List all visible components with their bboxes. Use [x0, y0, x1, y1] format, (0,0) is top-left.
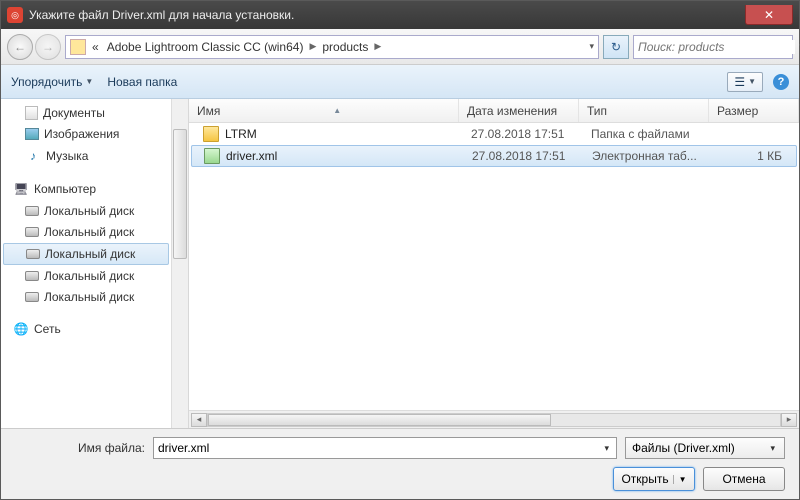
forward-button[interactable]: → [35, 34, 61, 60]
sidebar: Документы Изображения ♪ Музыка 🖥 Компьют… [1, 99, 171, 428]
filename-input[interactable] [158, 441, 601, 455]
network-icon: 🌐 [13, 321, 29, 337]
column-size[interactable]: Размер [709, 99, 799, 122]
scroll-right-button[interactable]: ▸ [781, 413, 797, 427]
sidebar-group-computer[interactable]: 🖥 Компьютер [1, 178, 171, 200]
refresh-button[interactable]: ↻ [603, 35, 629, 59]
sort-asc-icon: ▲ [333, 106, 341, 115]
window-title: Укажите файл Driver.xml для начала устан… [29, 8, 745, 22]
scroll-left-button[interactable]: ◂ [191, 413, 207, 427]
disk-icon [25, 227, 39, 237]
horizontal-scrollbar[interactable]: ◂ ▸ [189, 410, 799, 428]
sidebar-item-disk[interactable]: Локальный диск [1, 266, 171, 286]
file-row-xml[interactable]: driver.xml 27.08.2018 17:51 Электронная … [191, 145, 797, 167]
filename-label: Имя файла: [15, 441, 145, 455]
breadcrumb-prefix: « [90, 40, 101, 54]
chevron-right-icon: ▶ [309, 41, 316, 52]
music-icon: ♪ [25, 148, 41, 164]
folder-icon [70, 39, 86, 55]
breadcrumb-item[interactable]: products [320, 40, 370, 54]
view-mode-button[interactable]: ☰ ▼ [727, 72, 763, 92]
refresh-icon: ↻ [611, 40, 621, 54]
filename-combobox[interactable]: ▾ [153, 437, 617, 459]
address-bar[interactable]: « Adobe Lightroom Classic CC (win64) ▶ p… [65, 35, 599, 59]
column-date[interactable]: Дата изменения [459, 99, 579, 122]
chevron-down-icon: ▼ [673, 475, 687, 484]
disk-icon [26, 249, 40, 259]
organize-menu[interactable]: Упорядочить ▼ [11, 75, 93, 89]
sidebar-item-music[interactable]: ♪ Музыка [1, 145, 171, 167]
close-icon: ✕ [764, 8, 774, 22]
disk-icon [25, 292, 39, 302]
arrow-left-icon: ← [14, 40, 26, 54]
sidebar-item-disk[interactable]: Локальный диск [1, 222, 171, 242]
search-input[interactable] [638, 40, 795, 54]
file-list[interactable]: LTRM 27.08.2018 17:51 Папка с файлами dr… [189, 123, 799, 410]
xml-file-icon [204, 148, 220, 164]
new-folder-button[interactable]: Новая папка [107, 75, 177, 89]
chevron-right-icon: ▶ [374, 41, 381, 52]
chevron-down-icon: ▾ [767, 443, 778, 454]
scrollbar-track[interactable] [207, 413, 781, 427]
file-list-area: Имя ▲ Дата изменения Тип Размер LTRM 27.… [189, 99, 799, 428]
search-box[interactable]: 🔍 [633, 35, 793, 59]
sidebar-group-network[interactable]: 🌐 Сеть [1, 318, 171, 340]
close-button[interactable]: ✕ [745, 5, 793, 25]
back-button[interactable]: ← [7, 34, 33, 60]
column-type[interactable]: Тип [579, 99, 709, 122]
disk-icon [25, 271, 39, 281]
file-open-dialog: ◎ Укажите файл Driver.xml для начала уст… [0, 0, 800, 500]
folder-icon [203, 126, 219, 142]
file-row-folder[interactable]: LTRM 27.08.2018 17:51 Папка с файлами [189, 123, 799, 145]
chevron-down-icon: ▼ [85, 77, 93, 86]
sidebar-item-images[interactable]: Изображения [1, 124, 171, 144]
body: Документы Изображения ♪ Музыка 🖥 Компьют… [1, 99, 799, 428]
disk-icon [25, 206, 39, 216]
sidebar-item-documents[interactable]: Документы [1, 103, 171, 123]
navigation-bar: ← → « Adobe Lightroom Classic CC (win64)… [1, 29, 799, 65]
address-dropdown[interactable]: ▾ [589, 41, 594, 52]
document-icon [25, 106, 38, 120]
sidebar-item-disk[interactable]: Локальный диск [3, 243, 169, 265]
sidebar-item-disk[interactable]: Локальный диск [1, 287, 171, 307]
list-icon: ☰ [734, 75, 745, 89]
column-headers: Имя ▲ Дата изменения Тип Размер [189, 99, 799, 123]
app-icon: ◎ [7, 7, 23, 23]
dialog-footer: Имя файла: ▾ Файлы (Driver.xml) ▾ Открыт… [1, 428, 799, 499]
arrow-right-icon: → [42, 40, 54, 54]
file-filter-combobox[interactable]: Файлы (Driver.xml) ▾ [625, 437, 785, 459]
scrollbar-thumb[interactable] [173, 129, 187, 259]
toolbar: Упорядочить ▼ Новая папка ☰ ▼ ? [1, 65, 799, 99]
chevron-down-icon: ▼ [748, 77, 756, 86]
cancel-button[interactable]: Отмена [703, 467, 785, 491]
breadcrumb-item[interactable]: Adobe Lightroom Classic CC (win64) [105, 40, 306, 54]
help-button[interactable]: ? [773, 74, 789, 90]
sidebar-item-disk[interactable]: Локальный диск [1, 201, 171, 221]
open-button[interactable]: Открыть ▼ [613, 467, 695, 491]
chevron-down-icon[interactable]: ▾ [601, 443, 612, 454]
sidebar-scrollbar[interactable] [171, 99, 188, 428]
column-name[interactable]: Имя ▲ [189, 99, 459, 122]
computer-icon: 🖥 [13, 181, 29, 197]
titlebar[interactable]: ◎ Укажите файл Driver.xml для начала уст… [1, 1, 799, 29]
images-icon [25, 128, 39, 140]
scrollbar-thumb[interactable] [208, 414, 551, 426]
